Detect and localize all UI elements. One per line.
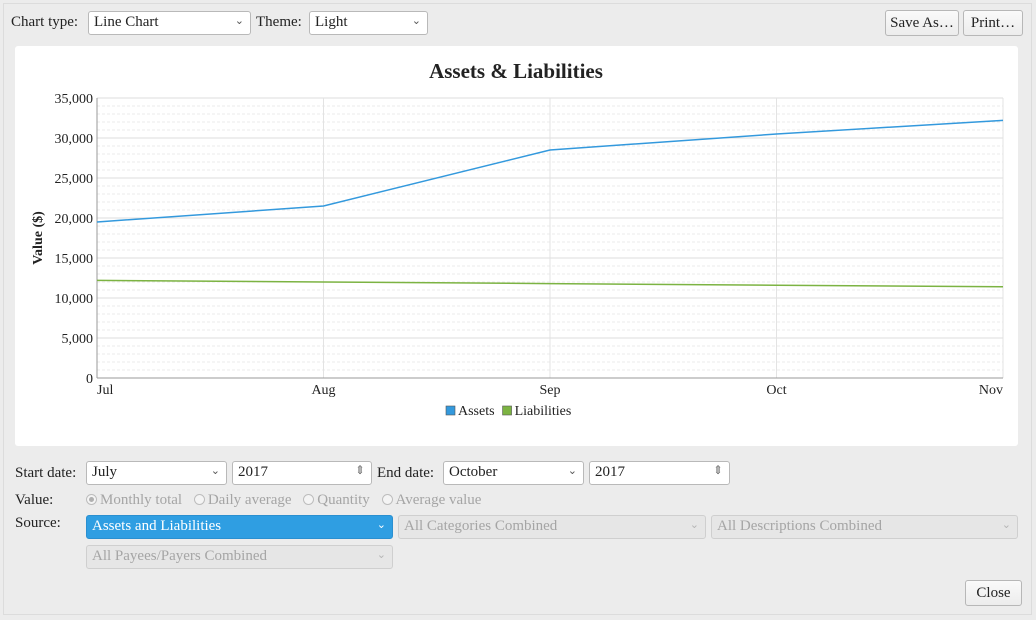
radio-label: Monthly total: [100, 492, 183, 508]
descriptions-value: All Descriptions Combined: [717, 518, 882, 534]
value-label: Value:: [15, 492, 54, 508]
end-year-stepper[interactable]: 2017 ⇕: [589, 461, 730, 485]
x-tick-label: Aug: [311, 383, 335, 398]
stepper-icon[interactable]: ⇕: [713, 463, 723, 478]
start-date-label: Start date:: [15, 465, 77, 481]
theme-label: Theme:: [256, 14, 302, 30]
chart-type-select[interactable]: Line Chart ⌄: [88, 11, 251, 35]
radio-label: Daily average: [207, 492, 292, 508]
y-tick-label: 5,000: [62, 332, 94, 347]
radio-label: Quantity: [317, 492, 370, 508]
legend-swatch-assets: [445, 405, 456, 416]
chevron-down-icon: ⌄: [689, 519, 699, 531]
radio-monthly-total[interactable]: Monthly total: [86, 492, 182, 509]
radio-quantity[interactable]: Quantity: [303, 492, 370, 509]
source-select[interactable]: Assets and Liabilities ⌄: [86, 515, 393, 539]
chart-type-value: Line Chart: [94, 14, 159, 30]
chart-grid: [96, 97, 1004, 379]
y-tick-label: 25,000: [55, 172, 94, 187]
radio-icon: [303, 494, 315, 505]
payees-select[interactable]: All Payees/Payers Combined ⌄: [86, 545, 393, 569]
chevron-down-icon: ⌄: [1001, 519, 1011, 531]
legend-label-assets: Assets: [458, 404, 495, 419]
radio-icon: [381, 494, 393, 505]
radio-label: Average value: [395, 492, 482, 508]
chart-title: Assets & Liabilities: [429, 59, 603, 83]
start-month-value: July: [92, 464, 118, 480]
theme-value: Light: [315, 14, 348, 30]
theme-select[interactable]: Light ⌄: [309, 11, 428, 35]
close-button[interactable]: Close: [965, 580, 1022, 606]
print-button[interactable]: Print…: [963, 10, 1023, 36]
categories-select[interactable]: All Categories Combined ⌄: [398, 515, 706, 539]
line-chart: Assets & Liabilities Value ($) 0 5,000 10,…: [31, 59, 1004, 419]
value-radio-group: Monthly total Daily average Quantity Ave…: [86, 492, 489, 509]
y-tick-label: 30,000: [55, 132, 94, 147]
chart-panel: Assets & Liabilities Value ($) 0 5,000 10,…: [15, 46, 1018, 446]
chart-type-label: Chart type:: [11, 14, 79, 30]
x-tick-label: Oct: [766, 383, 786, 398]
chevron-down-icon: ⌄: [376, 519, 386, 531]
radio-average-value[interactable]: Average value: [381, 492, 482, 509]
legend-label-liabilities: Liabilities: [515, 404, 572, 419]
radio-icon: [86, 494, 97, 505]
x-tick-label: Nov: [979, 383, 1003, 398]
chevron-down-icon: ⌄: [234, 15, 244, 27]
y-tick-label: 20,000: [55, 212, 94, 227]
save-as-button[interactable]: Save As…: [885, 10, 959, 36]
end-month-select[interactable]: October ⌄: [443, 461, 584, 485]
categories-value: All Categories Combined: [404, 518, 558, 534]
source-value: Assets and Liabilities: [92, 518, 222, 534]
y-axis-label: Value ($): [31, 211, 46, 265]
stepper-icon[interactable]: ⇕: [355, 463, 365, 478]
x-tick-label: Sep: [540, 383, 561, 398]
start-month-select[interactable]: July ⌄: [86, 461, 227, 485]
y-tick-label: 15,000: [55, 252, 94, 267]
legend-swatch-liabilities: [502, 405, 512, 416]
chevron-down-icon: ⌄: [411, 15, 421, 27]
end-month-value: October: [449, 464, 498, 480]
chevron-down-icon: ⌄: [376, 549, 386, 561]
y-tick-label: 0: [86, 372, 93, 387]
end-year-value: 2017: [595, 464, 625, 480]
y-tick-label: 10,000: [55, 292, 94, 307]
start-year-stepper[interactable]: 2017 ⇕: [232, 461, 372, 485]
chevron-down-icon: ⌄: [567, 465, 577, 477]
radio-daily-average[interactable]: Daily average: [193, 492, 292, 509]
chart-legend: Assets Liabilities: [445, 404, 572, 419]
payees-value: All Payees/Payers Combined: [92, 548, 267, 564]
chevron-down-icon: ⌄: [210, 465, 220, 477]
x-tick-label: Jul: [97, 383, 113, 398]
start-year-value: 2017: [238, 464, 268, 480]
descriptions-select[interactable]: All Descriptions Combined ⌄: [711, 515, 1018, 539]
source-label: Source:: [15, 515, 61, 531]
end-date-label: End date:: [377, 465, 435, 481]
radio-icon: [193, 494, 205, 505]
y-tick-label: 35,000: [55, 92, 94, 107]
